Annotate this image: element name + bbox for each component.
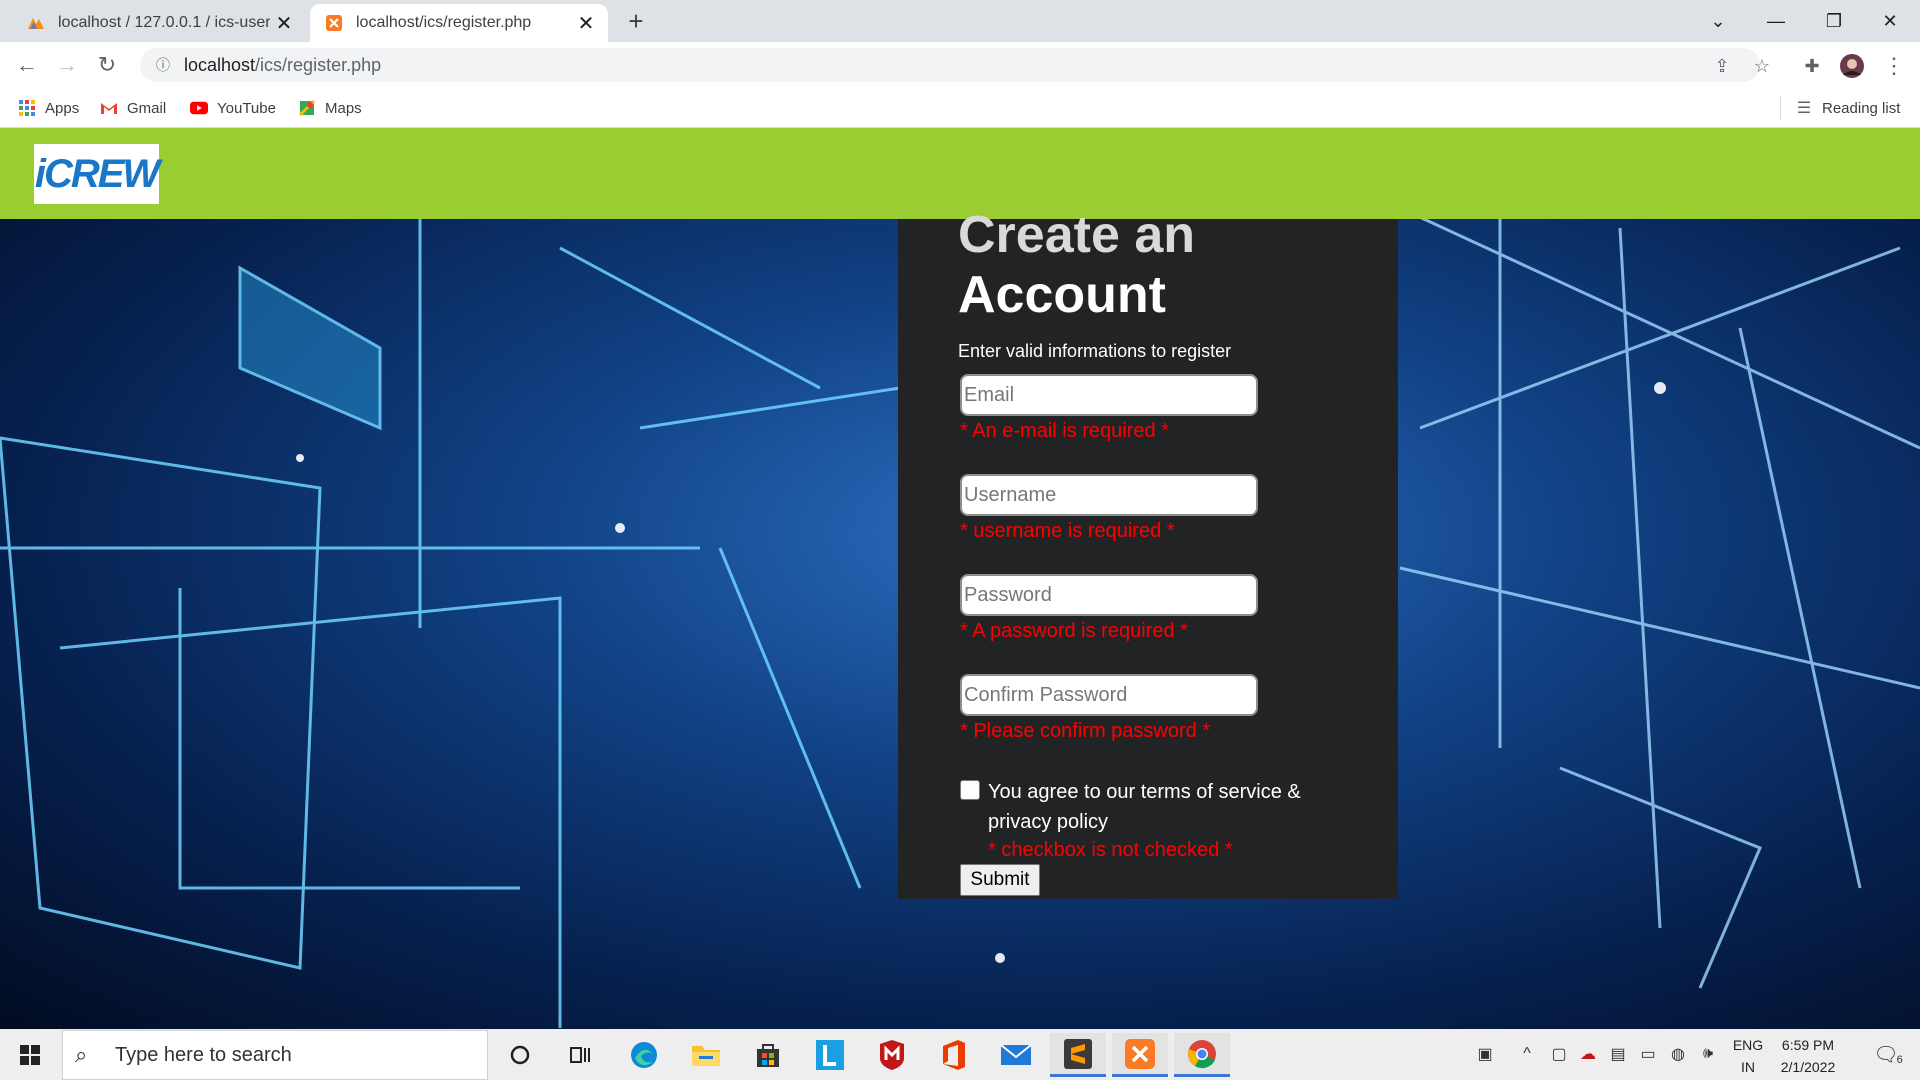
apps-grid-icon	[18, 99, 36, 117]
xampp-icon	[324, 13, 344, 33]
language-bottom: IN	[1741, 1059, 1755, 1075]
confirm-password-error: * Please confirm password *	[960, 720, 1211, 742]
form-title-line2: Account	[958, 266, 1166, 324]
mcafee-icon[interactable]	[864, 1033, 920, 1077]
phpmyadmin-icon	[26, 13, 46, 33]
youtube-icon	[190, 99, 208, 117]
address-bar[interactable]: ⓘ localhost/ics/register.php	[140, 48, 1760, 82]
username-error: * username is required *	[960, 520, 1175, 542]
terms-error: * checkbox is not checked *	[988, 839, 1233, 861]
maps-icon	[298, 99, 316, 117]
email-error: * An e-mail is required *	[960, 420, 1169, 442]
restore-icon[interactable]: ❐	[1814, 6, 1854, 36]
close-window-icon[interactable]: ✕	[1870, 6, 1910, 36]
search-icon: ⌕	[75, 1042, 88, 1067]
bookmark-label: YouTube	[217, 99, 276, 117]
mail-icon[interactable]	[988, 1033, 1044, 1077]
language-top: ENG	[1732, 1037, 1764, 1053]
chrome-icon[interactable]	[1174, 1033, 1230, 1077]
logo-text: iCREW	[34, 151, 160, 196]
clock-time: 6:59 PM	[1781, 1037, 1835, 1053]
windows-taskbar: ⌕ Type here to search ▣ ^ ▢ ☁ ▤ ▭ ◍ 🕪 EN…	[0, 1029, 1920, 1080]
bookmark-label: Maps	[325, 99, 362, 117]
notifications-icon[interactable]: 🗨 6	[1868, 1041, 1908, 1067]
browser-tab-bar: localhost / 127.0.0.1 / ics-users / ✕ lo…	[0, 0, 1920, 42]
reload-icon[interactable]: ↻	[92, 50, 122, 80]
submit-button[interactable]: Submit	[960, 864, 1040, 896]
menu-kebab-icon[interactable]: ⋮	[1880, 52, 1908, 80]
email-field[interactable]: Email	[960, 374, 1258, 416]
news-widget-icon[interactable]: ▣	[1470, 1041, 1500, 1067]
tab-search-icon[interactable]: ⌄	[1698, 6, 1738, 36]
tab-title: localhost / 127.0.0.1 / ics-users /	[58, 14, 270, 31]
reading-list-button[interactable]: ☰ Reading list	[1780, 96, 1900, 120]
tab-phpmyadmin[interactable]: localhost / 127.0.0.1 / ics-users / ✕	[12, 4, 306, 42]
bookmark-maps[interactable]: Maps	[298, 96, 362, 120]
back-icon[interactable]: ←	[12, 50, 42, 80]
new-tab-button[interactable]: +	[622, 8, 650, 36]
onedrive-icon[interactable]: ▤	[1606, 1041, 1630, 1067]
file-explorer-icon[interactable]	[678, 1033, 734, 1077]
tab-title: localhost/ics/register.php	[356, 14, 532, 31]
show-hidden-icons-chevron-icon[interactable]: ^	[1516, 1041, 1538, 1067]
browser-toolbar: ← → ↻ ⓘ localhost/ics/register.php ⇪ ☆ ✚…	[0, 42, 1920, 88]
bookmark-label: Apps	[45, 99, 80, 117]
bookmark-apps[interactable]: Apps	[18, 96, 79, 120]
meet-now-icon[interactable]: ▢	[1548, 1041, 1570, 1067]
form-title-line1: Create an	[958, 206, 1195, 264]
network-globe-icon[interactable]: ◍	[1666, 1041, 1690, 1067]
url-text[interactable]: localhost/ics/register.php	[184, 55, 381, 76]
notifications-count: 6	[1896, 1054, 1903, 1066]
bookmarks-bar: Apps Gmail YouTube Maps ☰ Reading list	[0, 88, 1920, 128]
confirm-password-field[interactable]: Confirm Password	[960, 674, 1258, 716]
register-form: Create an Account Enter valid informatio…	[898, 206, 1398, 899]
task-view-icon[interactable]	[552, 1033, 608, 1077]
terms-label: You agree to our terms of service & priv…	[988, 781, 1301, 833]
microsoft-store-icon[interactable]	[740, 1033, 796, 1077]
edge-icon[interactable]	[616, 1033, 672, 1077]
taskbar-search[interactable]: ⌕ Type here to search	[62, 1030, 488, 1080]
bookmark-gmail[interactable]: Gmail	[100, 96, 166, 120]
form-subtitle: Enter valid informations to register	[958, 341, 1232, 361]
close-tab-icon[interactable]: ✕	[572, 9, 600, 37]
minimize-icon[interactable]: —	[1756, 6, 1796, 36]
mcafee-tray-icon[interactable]: ☁	[1576, 1041, 1600, 1067]
terms-checkbox[interactable]	[960, 780, 980, 800]
form-title: Create an Account	[958, 205, 1195, 325]
profile-avatar[interactable]	[1838, 52, 1866, 80]
bookmark-youtube[interactable]: YouTube	[190, 96, 276, 120]
libreoffice-icon[interactable]	[802, 1033, 858, 1077]
xampp-taskbar-icon[interactable]	[1112, 1033, 1168, 1077]
forward-icon[interactable]: →	[52, 50, 82, 80]
reading-list-label: Reading list	[1822, 99, 1901, 117]
username-field[interactable]: Username	[960, 474, 1258, 516]
volume-icon[interactable]: 🕪	[1696, 1041, 1720, 1067]
url-host: localhost	[184, 54, 256, 75]
taskbar-clock[interactable]: 6:59 PM 2/1/2022	[1768, 1034, 1848, 1078]
bookmark-label: Gmail	[127, 99, 167, 117]
windows-start-icon[interactable]	[10, 1039, 50, 1071]
bookmark-star-icon[interactable]: ☆	[1748, 52, 1776, 80]
cortana-icon[interactable]	[492, 1033, 548, 1077]
site-info-icon[interactable]: ⓘ	[146, 55, 180, 75]
extensions-icon[interactable]: ✚	[1798, 52, 1826, 80]
site-logo[interactable]: iCREW	[34, 144, 160, 204]
url-path: /ics/register.php	[255, 54, 382, 75]
gmail-icon	[100, 99, 118, 117]
share-icon[interactable]: ⇪	[1708, 52, 1736, 80]
language-indicator[interactable]: ENG IN	[1726, 1034, 1770, 1078]
password-field[interactable]: Password	[960, 574, 1258, 616]
tab-register[interactable]: localhost/ics/register.php ✕	[310, 4, 608, 42]
password-error: * A password is required *	[960, 620, 1188, 642]
sublime-text-icon[interactable]	[1050, 1033, 1106, 1077]
office-icon[interactable]	[926, 1033, 982, 1077]
close-tab-icon[interactable]: ✕	[270, 9, 298, 37]
clock-date: 2/1/2022	[1780, 1059, 1836, 1075]
battery-icon[interactable]: ▭	[1636, 1041, 1660, 1067]
reading-list-icon: ☰	[1796, 100, 1812, 117]
search-placeholder: Type here to search	[115, 1043, 292, 1066]
web-page: iCREW Create an Account Enter valid info…	[0, 128, 1920, 1029]
